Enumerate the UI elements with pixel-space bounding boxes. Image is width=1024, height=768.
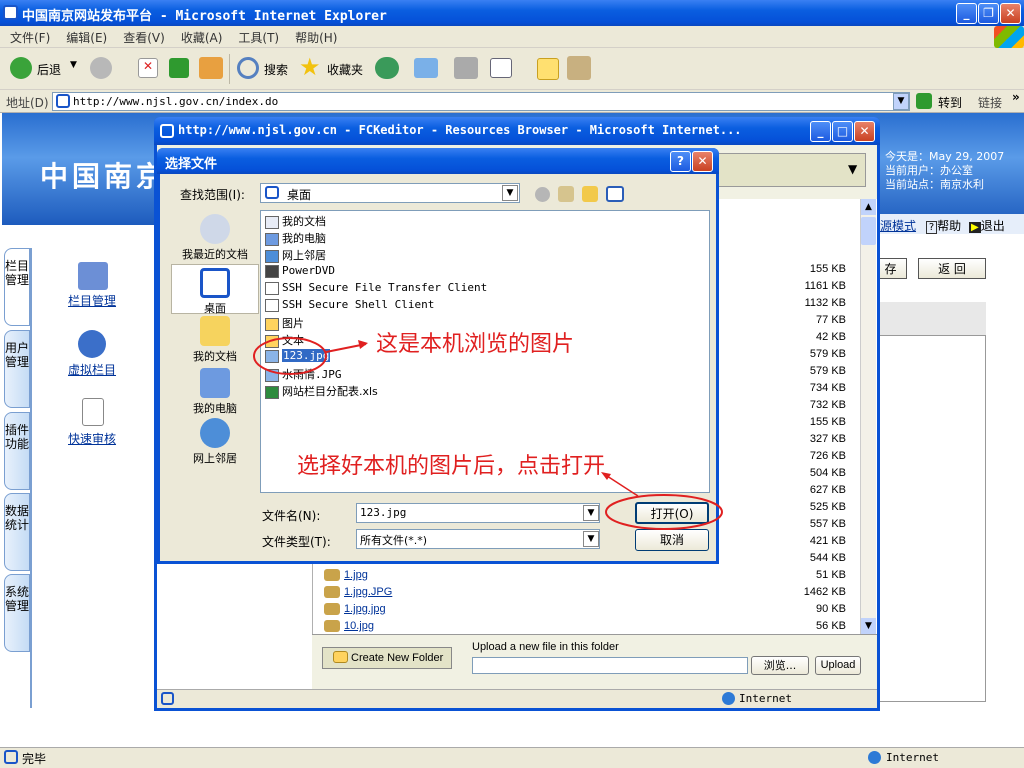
zone-text: Internet xyxy=(886,751,939,764)
status-page-icon xyxy=(4,750,18,764)
status-text: 完毕 xyxy=(22,752,47,766)
annotation-circle-file xyxy=(253,337,327,375)
annotation-circle-open xyxy=(605,494,723,530)
annotation-arrowhead xyxy=(358,340,368,349)
annotation-text-file: 这是本机浏览的图片 xyxy=(376,332,575,357)
annotation-overlay xyxy=(253,337,723,530)
internet-globe-icon xyxy=(868,751,881,764)
annotation-arrow-open xyxy=(603,473,639,497)
annotation-text-open: 选择好本机的图片后，点击打开 xyxy=(297,454,606,479)
